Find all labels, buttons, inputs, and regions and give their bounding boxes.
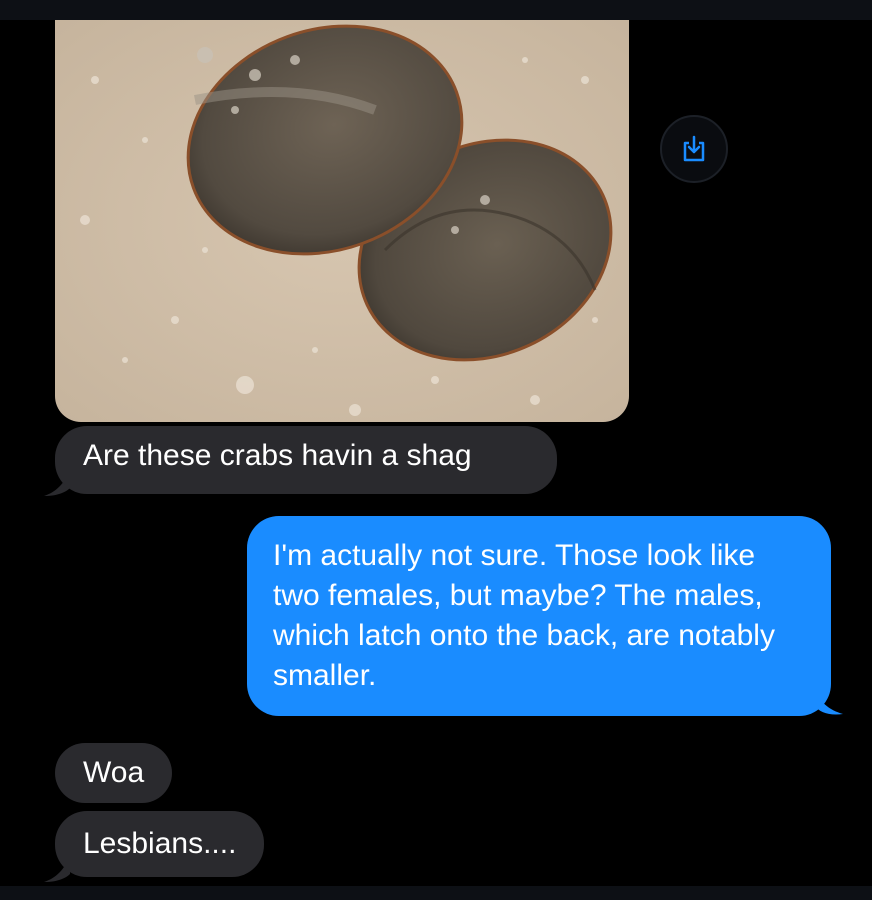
message-text: I'm actually not sure. Those look like t… bbox=[273, 539, 775, 692]
save-to-device-icon bbox=[683, 135, 705, 162]
message-text: Lesbians.... bbox=[83, 827, 237, 860]
message-text: Are these crabs havin a shag bbox=[83, 439, 472, 472]
incoming-message[interactable]: Woa bbox=[55, 743, 173, 803]
incoming-message[interactable]: Lesbians.... bbox=[55, 811, 265, 877]
photo-attachment[interactable] bbox=[55, 20, 629, 422]
outgoing-message[interactable]: I'm actually not sure. Those look like t… bbox=[247, 516, 831, 716]
bottom-edge bbox=[0, 886, 872, 900]
outgoing-bubble-tail bbox=[815, 688, 843, 715]
horseshoe-crab-photo bbox=[55, 20, 629, 422]
incoming-message[interactable]: Are these crabs havin a shag bbox=[55, 426, 557, 494]
save-to-device-button[interactable] bbox=[660, 115, 728, 183]
message-text: Woa bbox=[83, 756, 145, 789]
top-edge bbox=[0, 0, 872, 20]
